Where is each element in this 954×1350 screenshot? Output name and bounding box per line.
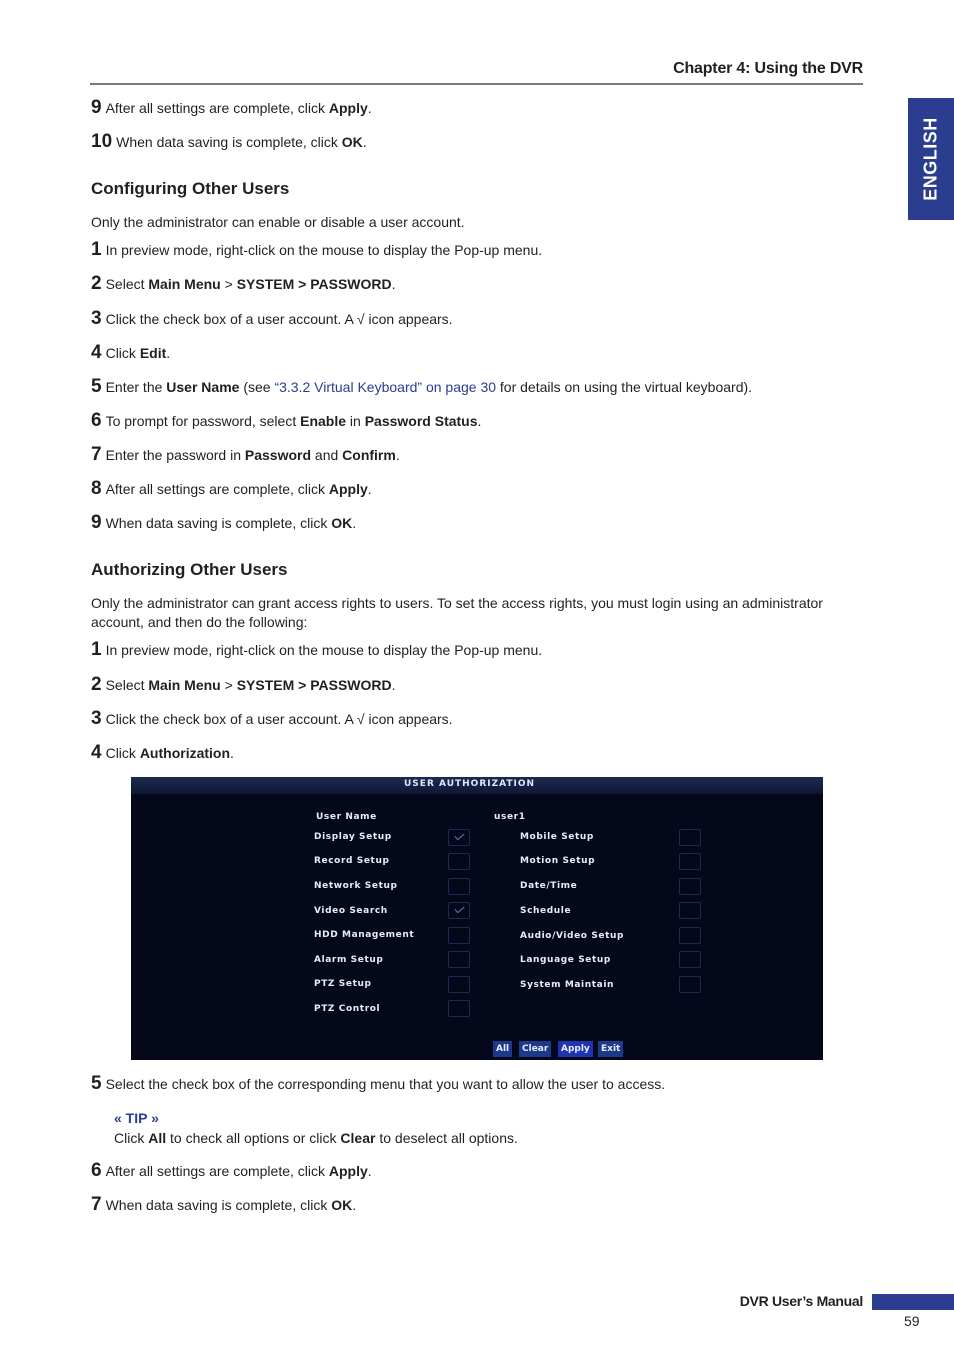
step: 4 Click Authorization.	[91, 742, 234, 763]
ptz-control-checkbox[interactable]	[448, 1000, 470, 1017]
step: 3 Click the check box of a user account. …	[91, 708, 453, 729]
virtual-keyboard-link[interactable]: “3.3.2 Virtual Keyboard” on page 30	[274, 379, 496, 395]
exit-button[interactable]: Exit	[598, 1041, 624, 1057]
option-label: Video Search	[314, 906, 388, 916]
ptz-setup-checkbox[interactable]	[448, 976, 470, 993]
chapter-title: Chapter 4: Using the DVR	[673, 60, 863, 77]
tip-text: Click All to check all options or click …	[114, 1130, 518, 1146]
step: 1 In preview mode, right-click on the mou…	[91, 639, 543, 660]
dvr-title-bar: USER AUTHORIZATION	[131, 777, 823, 794]
option-label: Display Setup	[314, 832, 392, 842]
display-setup-checkbox[interactable]	[448, 829, 470, 846]
network-setup-checkbox[interactable]	[448, 878, 470, 895]
option-label: Alarm Setup	[314, 955, 384, 965]
schedule-checkbox[interactable]	[679, 902, 701, 919]
hdd-management-checkbox[interactable]	[448, 927, 470, 944]
step: 9 After all settings are complete, click …	[91, 97, 372, 118]
date-time-checkbox[interactable]	[679, 878, 701, 895]
video-search-checkbox[interactable]	[448, 902, 470, 919]
page-number: 59	[904, 1313, 920, 1329]
step: 9 When data saving is complete, click OK.	[91, 512, 357, 533]
section-intro: Only the administrator can enable or dis…	[91, 214, 465, 230]
option-label: Record Setup	[314, 856, 390, 866]
option-label: HDD Management	[314, 930, 415, 940]
step: 5 Select the check box of the correspondi…	[91, 1073, 666, 1094]
section-heading-configuring: Configuring Other Users	[91, 179, 290, 198]
clear-button[interactable]: Clear	[519, 1041, 552, 1057]
language-tab-label: ENGLISH	[920, 117, 941, 201]
step: 8 After all settings are complete, click …	[91, 478, 372, 499]
header-rule	[90, 83, 863, 85]
step: 6 To prompt for password, select Enable i…	[91, 410, 482, 431]
footer-bar	[872, 1294, 954, 1310]
option-label: PTZ Setup	[314, 979, 372, 989]
section-intro: Only the administrator can grant access …	[91, 595, 823, 630]
user-authorization-screen: USER AUTHORIZATION User Name user1 Displ…	[131, 777, 823, 1060]
step: 6 After all settings are complete, click …	[91, 1160, 372, 1181]
step: 10 When data saving is complete, click OK…	[91, 131, 367, 152]
step: 3 Click the check box of a user account. …	[91, 308, 453, 329]
option-label: System Maintain	[520, 980, 615, 990]
option-label: Audio/Video Setup	[520, 931, 625, 941]
record-setup-checkbox[interactable]	[448, 853, 470, 870]
step: 5 Enter the User Name (see “3.3.2 Virtual…	[91, 376, 753, 397]
tip-label: « TIP »	[114, 1110, 159, 1126]
step: 7 When data saving is complete, click OK.	[91, 1194, 357, 1215]
option-label: Network Setup	[314, 881, 398, 891]
step: 2 Select Main Menu > SYSTEM > PASSWORD.	[91, 674, 396, 695]
user-name-value: user1	[494, 812, 526, 822]
option-label: PTZ Control	[314, 1004, 381, 1014]
option-label: Date/Time	[520, 881, 578, 891]
mobile-setup-checkbox[interactable]	[679, 829, 701, 846]
user-name-label: User Name	[316, 812, 377, 822]
alarm-setup-checkbox[interactable]	[448, 951, 470, 968]
option-label: Motion Setup	[520, 856, 596, 866]
apply-button[interactable]: Apply	[558, 1041, 593, 1057]
section-heading-authorizing: Authorizing Other Users	[91, 560, 288, 579]
all-button[interactable]: All	[493, 1041, 513, 1057]
step: 1 In preview mode, right-click on the mou…	[91, 239, 543, 260]
option-label: Schedule	[520, 906, 572, 916]
step: 7 Enter the password in Password and Conf…	[91, 444, 400, 465]
option-label: Mobile Setup	[520, 832, 594, 842]
option-label: Language Setup	[520, 955, 611, 965]
language-setup-checkbox[interactable]	[679, 951, 701, 968]
system-maintain-checkbox[interactable]	[679, 976, 701, 993]
language-tab: ENGLISH	[908, 98, 954, 220]
step: 4 Click Edit.	[91, 342, 171, 363]
manual-title: DVR User’s Manual	[739, 1293, 864, 1309]
step: 2 Select Main Menu > SYSTEM > PASSWORD.	[91, 273, 396, 294]
motion-setup-checkbox[interactable]	[679, 853, 701, 870]
audio-video-setup-checkbox[interactable]	[679, 927, 701, 944]
